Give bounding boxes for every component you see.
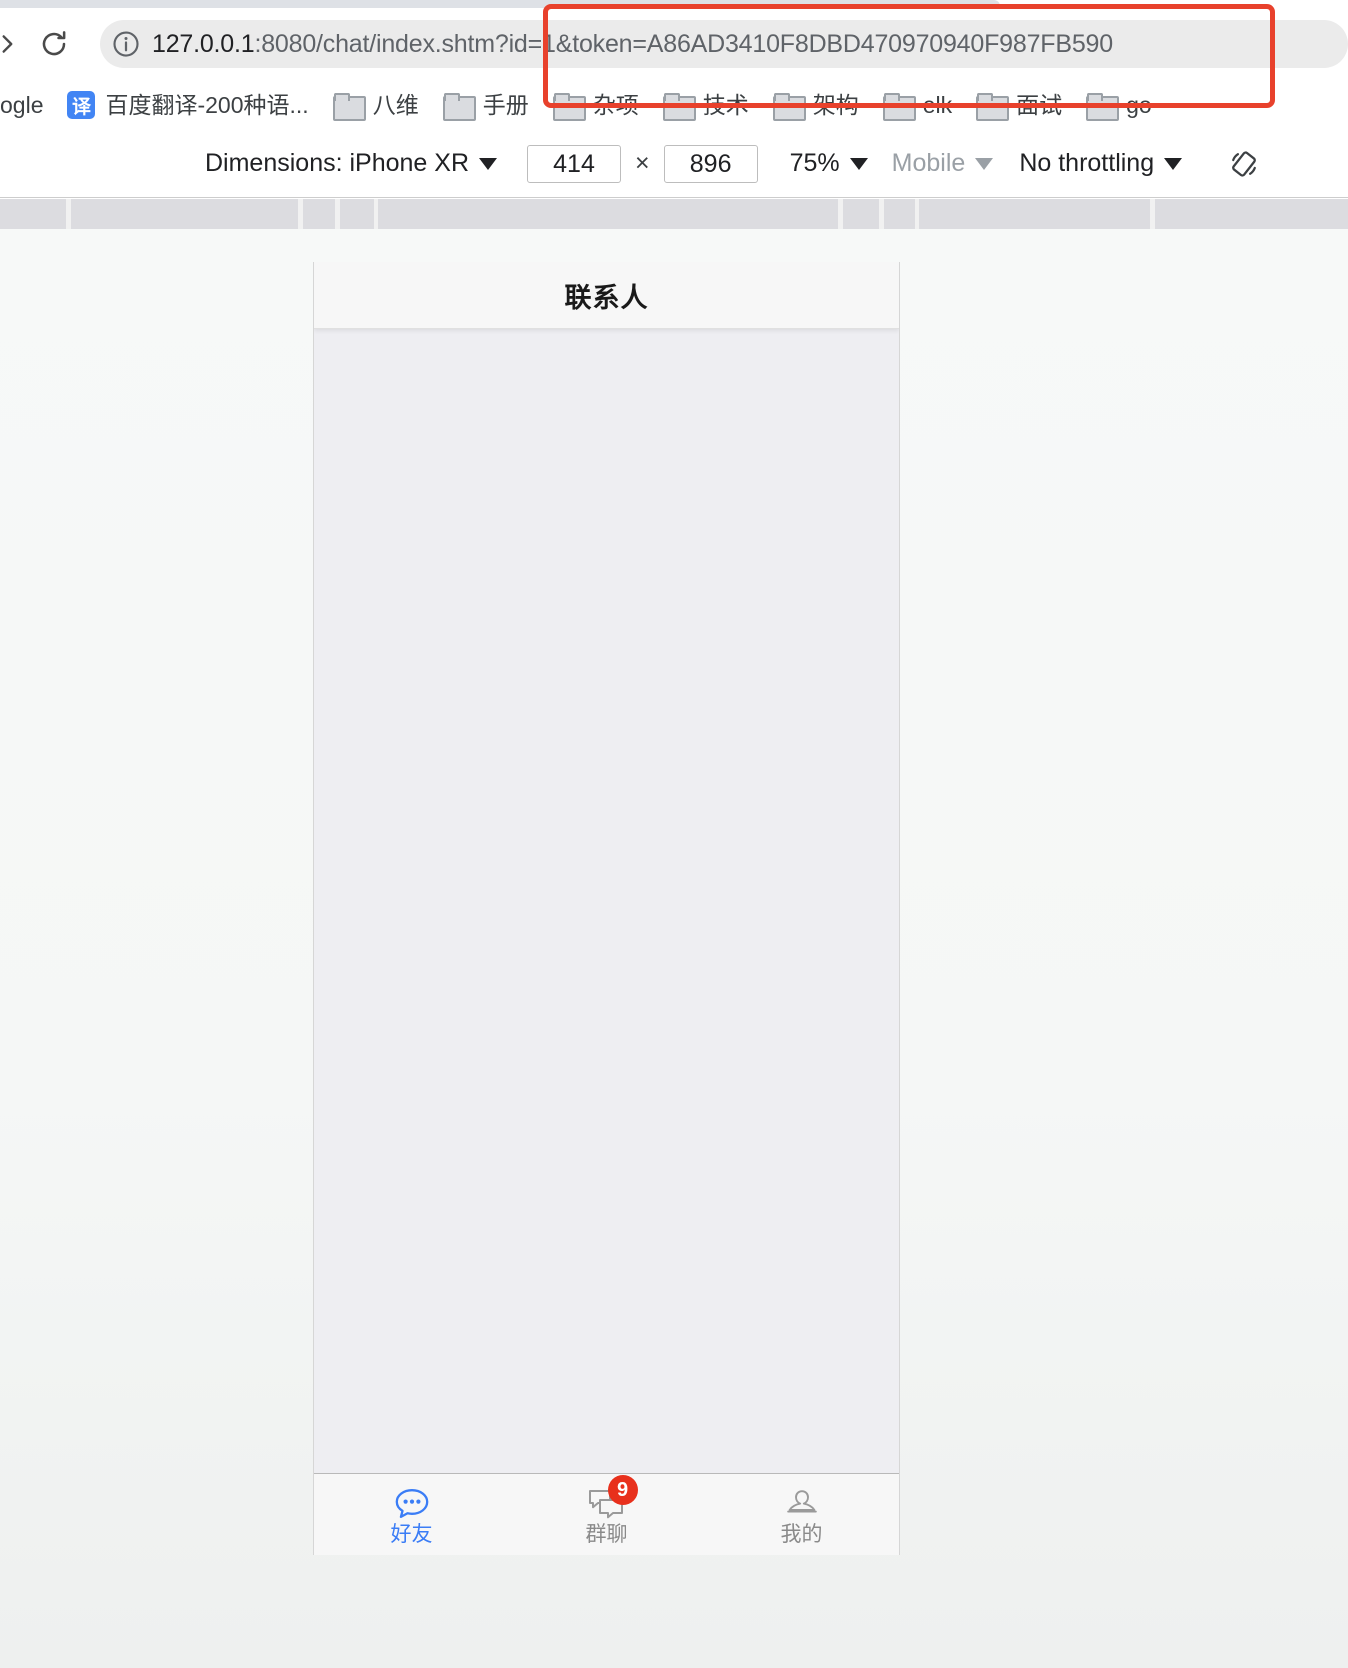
chevron-down-icon bbox=[1164, 157, 1183, 170]
chevron-down-icon bbox=[975, 157, 994, 170]
bookmark-item[interactable]: 译 百度翻译-200种语... bbox=[55, 85, 320, 125]
bookmark-item[interactable]: ogle bbox=[0, 85, 55, 125]
url-query: ?id=1&token=A86AD3410F8DBD470970940F987F… bbox=[494, 30, 1113, 58]
device-type-label: Mobile bbox=[891, 149, 966, 177]
app-header: 联系人 bbox=[314, 262, 899, 329]
folder-icon bbox=[662, 93, 696, 121]
tab-group-chat[interactable]: 9 群聊 bbox=[509, 1474, 704, 1555]
bookmark-label: ogle bbox=[0, 91, 44, 118]
forward-button[interactable] bbox=[0, 22, 30, 66]
media-query-segment[interactable] bbox=[1154, 199, 1348, 229]
bookmark-item[interactable]: 手册 bbox=[431, 85, 541, 125]
page-title: 联系人 bbox=[564, 282, 649, 314]
tab-label: 群聊 bbox=[585, 1521, 628, 1546]
folder-icon bbox=[772, 93, 806, 121]
screenshot-root: 127.0.0.1:8080/chat/index.shtm?id=1&toke… bbox=[0, 0, 1348, 1668]
unread-badge: 9 bbox=[607, 1474, 638, 1505]
translate-favicon-icon: 译 bbox=[67, 91, 96, 119]
bookmark-item[interactable]: 技术 bbox=[651, 85, 761, 125]
browser-chrome: 127.0.0.1:8080/chat/index.shtm?id=1&toke… bbox=[0, 0, 1348, 130]
folder-icon bbox=[882, 93, 916, 121]
media-query-segment[interactable] bbox=[919, 199, 1150, 229]
bookmarks-bar: ogle 译 百度翻译-200种语... 八维 手册 杂项 技术 架构 elk … bbox=[0, 80, 1348, 130]
tab-profile[interactable]: 我的 bbox=[704, 1474, 899, 1555]
media-query-segment[interactable] bbox=[842, 199, 879, 229]
address-bar-url[interactable]: 127.0.0.1:8080/chat/index.shtm?id=1&toke… bbox=[152, 20, 1348, 68]
person-icon bbox=[784, 1487, 820, 1521]
media-query-segment[interactable] bbox=[0, 199, 66, 229]
chat-bubble-icon bbox=[392, 1487, 432, 1521]
media-query-ruler[interactable] bbox=[0, 199, 1348, 229]
bookmark-label: 八维 bbox=[372, 91, 419, 118]
bookmark-item[interactable]: elk bbox=[871, 85, 964, 125]
bookmark-item[interactable]: go bbox=[1074, 85, 1164, 125]
bookmark-label: 手册 bbox=[482, 91, 529, 118]
zoom-label: 75% bbox=[789, 149, 840, 177]
folder-icon bbox=[976, 93, 1010, 121]
folder-icon bbox=[1086, 93, 1120, 121]
dimension-separator: × bbox=[635, 149, 650, 177]
bookmark-label: 杂项 bbox=[592, 91, 639, 118]
media-query-segment[interactable] bbox=[339, 199, 374, 229]
device-canvas: 联系人 好友 9 群聊 我的 bbox=[0, 229, 1348, 1668]
tab-friends[interactable]: 好友 bbox=[314, 1474, 509, 1555]
folder-icon bbox=[552, 93, 586, 121]
bookmark-item[interactable]: 杂项 bbox=[541, 85, 651, 125]
bookmark-label: 面试 bbox=[1016, 91, 1063, 118]
address-bar[interactable]: 127.0.0.1:8080/chat/index.shtm?id=1&toke… bbox=[100, 20, 1348, 68]
bookmark-label: 架构 bbox=[812, 91, 859, 118]
reload-button[interactable] bbox=[32, 22, 76, 66]
media-query-segment[interactable] bbox=[302, 199, 335, 229]
emulated-viewport: 联系人 好友 9 群聊 我的 bbox=[313, 262, 900, 1555]
media-query-segment[interactable] bbox=[378, 199, 839, 229]
viewport-height-input[interactable]: 896 bbox=[663, 144, 758, 183]
tab-label: 好友 bbox=[390, 1521, 433, 1546]
bookmark-item[interactable]: 架构 bbox=[761, 85, 871, 125]
media-query-segment[interactable] bbox=[883, 199, 915, 229]
bookmark-label: 百度翻译-200种语... bbox=[105, 91, 309, 118]
folder-icon bbox=[442, 93, 476, 121]
media-query-segment[interactable] bbox=[70, 199, 299, 229]
device-type-selector[interactable]: Mobile bbox=[892, 149, 994, 178]
device-dimensions-selector[interactable]: Dimensions: iPhone XR bbox=[205, 149, 498, 178]
bottom-tab-bar: 好友 9 群聊 我的 bbox=[314, 1473, 899, 1555]
bookmark-label: go bbox=[1126, 91, 1152, 118]
device-mode-toolbar: Dimensions: iPhone XR 414 × 896 75% Mobi… bbox=[0, 130, 1348, 198]
device-dimensions-label: Dimensions: iPhone XR bbox=[205, 149, 470, 177]
bookmark-item[interactable]: 八维 bbox=[321, 85, 431, 125]
tab-label: 我的 bbox=[780, 1521, 823, 1546]
throttling-selector[interactable]: No throttling bbox=[1019, 149, 1183, 178]
tab-strip bbox=[0, 0, 1000, 8]
zoom-selector[interactable]: 75% bbox=[790, 149, 868, 178]
group-chat-icon: 9 bbox=[586, 1474, 638, 1521]
reload-icon bbox=[42, 31, 66, 56]
throttling-label: No throttling bbox=[1019, 149, 1155, 177]
rotate-device-icon[interactable] bbox=[1224, 144, 1264, 184]
contact-list-container bbox=[314, 329, 899, 1473]
bookmark-label: elk bbox=[922, 91, 953, 118]
url-host: 127.0.0.1 bbox=[152, 30, 255, 58]
navigation-bar: 127.0.0.1:8080/chat/index.shtm?id=1&toke… bbox=[0, 8, 1348, 80]
viewport-width-input[interactable]: 414 bbox=[527, 144, 622, 183]
chevron-down-icon bbox=[849, 157, 868, 170]
url-path: :8080/chat/index.shtm bbox=[254, 30, 495, 58]
site-info-icon[interactable] bbox=[100, 20, 152, 68]
chevron-down-icon bbox=[479, 157, 498, 170]
bookmark-label: 技术 bbox=[702, 91, 749, 118]
folder-icon bbox=[332, 93, 366, 121]
bookmark-item[interactable]: 面试 bbox=[964, 85, 1074, 125]
